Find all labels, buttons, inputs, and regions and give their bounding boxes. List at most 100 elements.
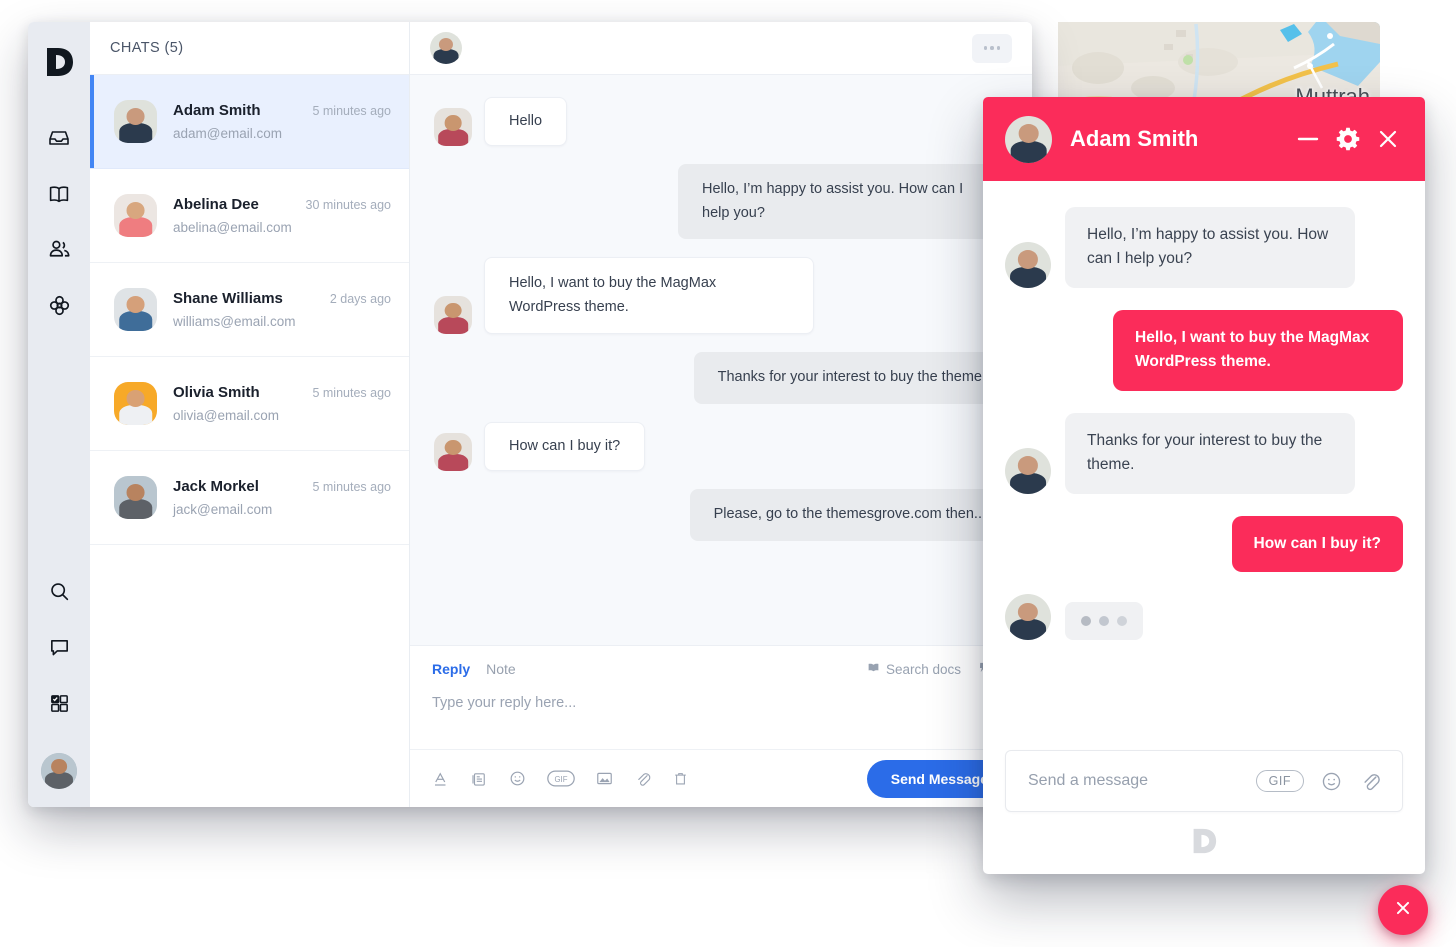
widget-message-input[interactable]: Send a message GIF	[1005, 750, 1403, 812]
sidebar-item-contacts[interactable]	[36, 229, 82, 275]
widget-input-area: Send a message GIF	[983, 744, 1425, 812]
typing-bubble	[1065, 602, 1143, 641]
close-icon[interactable]	[1375, 126, 1401, 152]
avatar-image	[114, 382, 157, 425]
floating-chat-widget: Adam Smith Hello, I’m happy to assist yo…	[983, 97, 1425, 874]
chat-item-body: Shane Williams 2 days ago williams@email.c…	[173, 290, 391, 329]
app-logo[interactable]	[44, 46, 74, 83]
minimize-icon[interactable]	[1295, 126, 1321, 152]
emoji-icon[interactable]	[508, 769, 527, 788]
contact-avatar	[114, 382, 157, 425]
apps-icon	[48, 692, 71, 720]
attachment-icon[interactable]	[1359, 770, 1382, 793]
message-bubble: Hello	[484, 97, 568, 147]
chat-item-body: Abelina Dee 30 minutes ago abelina@email.c…	[173, 196, 391, 235]
chat-item-body: Adam Smith 5 minutes ago adam@email.com	[173, 102, 391, 141]
chat-item-top-line: Abelina Dee 30 minutes ago	[173, 196, 391, 213]
chat-icon	[48, 636, 71, 664]
current-user-avatar[interactable]	[41, 753, 77, 789]
composer-tabs: Reply Note Search docs	[410, 646, 1032, 677]
avatar-image	[41, 753, 77, 789]
attachment-icon[interactable]	[634, 770, 652, 788]
emoji-icon[interactable]	[1320, 770, 1343, 793]
tab-note[interactable]: Note	[486, 661, 516, 677]
inbox-icon	[47, 126, 71, 155]
chat-item-body: Olivia Smith 5 minutes ago olivia@email.co…	[173, 384, 391, 423]
sidebar-item-integrations[interactable]	[36, 285, 82, 331]
chat-list-item[interactable]: Shane Williams 2 days ago williams@email.c…	[90, 263, 409, 357]
people-icon	[47, 237, 72, 267]
dot	[983, 46, 988, 50]
contact-name: Adam Smith	[173, 102, 261, 119]
conversation-contact-avatar	[430, 32, 462, 64]
sidebar-item-search[interactable]	[36, 571, 82, 617]
message-avatar	[434, 433, 472, 472]
contact-avatar	[114, 194, 157, 237]
saved-reply-icon[interactable]	[470, 770, 488, 788]
conversation-more-button[interactable]	[972, 33, 1012, 63]
trash-icon[interactable]	[672, 770, 689, 788]
sidebar-item-chat[interactable]	[36, 627, 82, 673]
widget-message-me: Hello, I want to buy the MagMax WordPres…	[1005, 309, 1403, 391]
avatar-image	[434, 108, 472, 147]
contact-name: Shane Williams	[173, 290, 283, 307]
text-format-icon[interactable]	[432, 770, 450, 788]
widget-contact-avatar	[1005, 115, 1052, 163]
widget-header: Adam Smith	[983, 97, 1425, 181]
reply-input[interactable]: Type your reply here...	[410, 677, 1032, 749]
chat-list-item[interactable]: Adam Smith 5 minutes ago adam@email.com	[90, 75, 409, 169]
chat-item-body: Jack Morkel 5 minutes ago jack@email.com	[173, 478, 391, 517]
book-icon	[867, 661, 880, 677]
search-icon	[48, 580, 71, 608]
widget-title: Adam Smith	[1070, 126, 1199, 151]
sidebar-item-inbox[interactable]	[36, 117, 82, 163]
message-bubble: Hello, I want to buy the MagMax WordPres…	[484, 257, 814, 335]
chat-timestamp: 5 minutes ago	[312, 386, 391, 400]
message-avatar	[434, 108, 472, 147]
sidebar-item-apps[interactable]	[36, 683, 82, 729]
message-me: Thanks for your interest to buy the them…	[434, 352, 1008, 404]
gear-icon[interactable]	[1335, 126, 1361, 152]
message-bubble: Hello, I’m happy to assist you. How can …	[678, 164, 1008, 240]
contact-email: adam@email.com	[173, 126, 282, 141]
message-list: Hello Hello, I’m happy to assist you. How…	[410, 75, 1032, 645]
dot	[996, 46, 1001, 50]
contact-email: williams@email.com	[173, 314, 296, 329]
contact-email: abelina@email.com	[173, 220, 292, 235]
composer-toolbar: GIF Send Message	[410, 749, 1032, 807]
message-avatar	[434, 296, 472, 335]
left-icon-rail	[28, 22, 90, 807]
chat-list-item[interactable]: Olivia Smith 5 minutes ago olivia@email.co…	[90, 357, 409, 451]
avatar-image	[430, 32, 462, 64]
chat-timestamp: 2 days ago	[329, 292, 391, 306]
contact-avatar	[114, 476, 157, 519]
tab-reply[interactable]: Reply	[432, 661, 470, 677]
close-widget-button[interactable]	[1378, 885, 1428, 935]
contact-name: Olivia Smith	[173, 384, 260, 401]
contact-email: olivia@email.com	[173, 408, 279, 423]
book-icon	[47, 182, 71, 211]
sidebar-item-docs[interactable]	[36, 173, 82, 219]
chat-list-header: CHATS (5)	[90, 22, 409, 75]
widget-message-list: Hello, I’m happy to assist you. How can …	[983, 181, 1425, 744]
search-docs-action[interactable]: Search docs	[867, 661, 961, 677]
widget-message-bubble: Thanks for your interest to buy the them…	[1065, 412, 1355, 494]
composer: Reply Note Search docs Type your reply h…	[410, 645, 1032, 807]
gif-icon[interactable]: GIF	[547, 770, 575, 787]
avatar-image	[434, 433, 472, 472]
main-app-window: CHATS (5) Adam Smith 5 minutes ago adam@em…	[28, 22, 1032, 807]
message-avatar	[1005, 447, 1051, 494]
chat-list-item[interactable]: Abelina Dee 30 minutes ago abelina@email.c…	[90, 169, 409, 263]
avatar-image	[434, 296, 472, 335]
conversation-panel: Hello Hello, I’m happy to assist you. How…	[410, 22, 1032, 807]
chat-item-top-line: Jack Morkel 5 minutes ago	[173, 478, 391, 495]
chat-list-item[interactable]: Jack Morkel 5 minutes ago jack@email.com	[90, 451, 409, 545]
message-avatar	[1005, 594, 1051, 641]
message-bubble: Please, go to the themesgrove.com then..…	[689, 489, 1008, 541]
gif-button[interactable]: GIF	[1255, 770, 1304, 792]
message-them: Hello	[434, 97, 1008, 147]
image-icon[interactable]	[595, 769, 614, 788]
conversation-header	[410, 22, 1032, 75]
widget-message-them: Hello, I’m happy to assist you. How can …	[1005, 207, 1403, 288]
chat-timestamp: 30 minutes ago	[305, 198, 391, 212]
